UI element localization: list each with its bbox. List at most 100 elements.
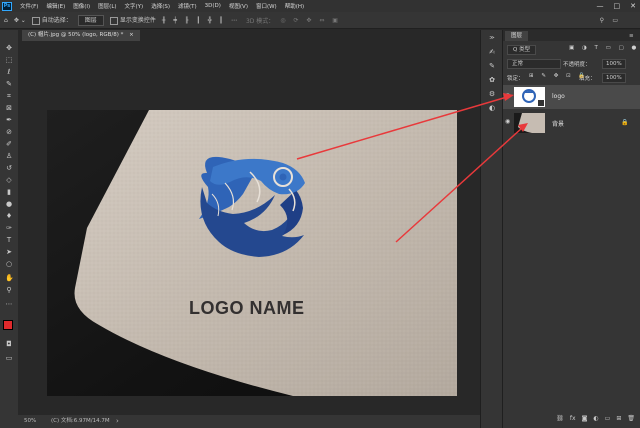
- maximize-button[interactable]: □: [614, 0, 621, 12]
- menu-file[interactable]: 文件(F): [16, 2, 42, 10]
- search-icon[interactable]: ⚲: [600, 17, 604, 24]
- layers-tab-bar: 图层 ≡: [503, 30, 640, 41]
- adjustments-panel-icon[interactable]: ◐: [488, 104, 496, 112]
- lasso-tool-icon[interactable]: ℓ: [5, 68, 13, 76]
- blur-tool-icon[interactable]: ●: [5, 200, 13, 208]
- link-icon[interactable]: ⛓: [556, 413, 564, 425]
- show-transform-checkbox[interactable]: [109, 16, 118, 25]
- mask-icon[interactable]: ◙: [582, 413, 588, 425]
- history-panel-icon[interactable]: ✍: [488, 48, 496, 56]
- auto-select-target-dropdown[interactable]: 图层: [77, 14, 104, 26]
- new-layer-icon[interactable]: ⊞: [616, 413, 621, 425]
- type-tool-icon[interactable]: T: [5, 236, 13, 244]
- adjustment-icon[interactable]: ◐: [593, 413, 598, 425]
- lock-label: 锁定：: [507, 76, 524, 82]
- document-canvas[interactable]: LOGO NAME: [47, 110, 457, 396]
- foreground-color-swatch[interactable]: [3, 320, 13, 330]
- menu-window[interactable]: 窗口(W): [252, 2, 281, 10]
- quick-mask-icon[interactable]: ◘: [5, 340, 13, 348]
- marquee-tool-icon[interactable]: ⬚: [5, 56, 13, 64]
- layer-row-background[interactable]: ◉ 背景 🔒: [503, 111, 640, 135]
- stamp-tool-icon[interactable]: ♙: [5, 152, 13, 160]
- menu-help[interactable]: 帮助(H): [281, 2, 308, 10]
- panel-menu-icon[interactable]: ≡: [629, 31, 634, 41]
- menu-filter[interactable]: 滤镜(T): [174, 2, 201, 10]
- opacity-label: 不透明度：: [563, 62, 591, 68]
- tab-close-icon[interactable]: ×: [129, 32, 134, 38]
- layers-panel: 图层 ≡ Q 类型 ▣ ◑ T ▭ ▢ ● 正常 不透明度： 100% 锁定： …: [502, 30, 640, 428]
- screen-mode-icon[interactable]: ▭: [5, 354, 13, 362]
- 3d-mode-label: 3D 模式：: [245, 17, 275, 25]
- move-tool-icon[interactable]: ✥: [5, 44, 13, 52]
- lock-row: 锁定： ⊞ ✎ ✥ ⊡ 🔒 填充： 100%: [503, 72, 640, 83]
- close-button[interactable]: ✕: [630, 0, 636, 12]
- visibility-eye-icon[interactable]: ◉: [505, 93, 511, 99]
- more-tools-icon[interactable]: ⋯: [5, 300, 13, 308]
- photoshop-logo: Ps: [2, 1, 12, 11]
- move-tool-icon[interactable]: ✥ ⌄: [14, 17, 26, 24]
- document-tab-title: (C) 帽片.jpg @ 50% (logo, RGB/8) *: [28, 32, 124, 38]
- home-icon[interactable]: ⌂: [4, 17, 8, 24]
- actions-panel-icon[interactable]: ✿: [488, 76, 496, 84]
- brush-settings-panel-icon[interactable]: ✎: [488, 62, 496, 70]
- path-select-tool-icon[interactable]: ➤: [5, 248, 13, 256]
- menu-3d[interactable]: 3D(D): [201, 3, 225, 9]
- visibility-eye-icon[interactable]: ◉: [505, 119, 511, 125]
- blend-mode-dropdown[interactable]: 正常: [507, 59, 561, 69]
- dodge-tool-icon[interactable]: ♦: [5, 212, 13, 220]
- lock-icon: 🔒: [621, 119, 629, 126]
- status-menu-arrow[interactable]: ›: [116, 415, 119, 428]
- shape-tool-icon[interactable]: ○: [5, 260, 13, 268]
- panel-icon-strip: ≫ ✍ ✎ ✿ ⚙ ◐: [480, 30, 502, 428]
- layer-name-background[interactable]: 背景: [552, 119, 564, 128]
- document-info: (C) 文档:6.97M/14.7M: [51, 418, 110, 424]
- document-tab-bar: (C) 帽片.jpg @ 50% (logo, RGB/8) * ×: [18, 30, 480, 41]
- show-transform-option[interactable]: 显示变换控件: [109, 15, 156, 25]
- tab-layers[interactable]: 图层: [505, 31, 529, 41]
- quick-select-tool-icon[interactable]: ✎: [5, 80, 13, 88]
- workspace-icon[interactable]: ▭: [612, 17, 618, 24]
- menu-image[interactable]: 图像(I): [69, 2, 94, 10]
- layer-filter-row: Q 类型 ▣ ◑ T ▭ ▢ ●: [503, 44, 640, 55]
- eraser-tool-icon[interactable]: ◇: [5, 176, 13, 184]
- hand-tool-icon[interactable]: ✋: [5, 274, 14, 282]
- opacity-input[interactable]: 100%: [602, 59, 626, 69]
- layer-filter-icons[interactable]: ▣ ◑ T ▭ ▢ ●: [569, 45, 639, 51]
- auto-select-checkbox[interactable]: [31, 16, 40, 25]
- auto-select-option[interactable]: 自动选择：: [31, 15, 72, 25]
- trash-icon[interactable]: 🗑: [627, 413, 635, 425]
- crop-tool-icon[interactable]: ⌗: [5, 92, 13, 100]
- layer-filter-dropdown[interactable]: Q 类型: [507, 45, 537, 55]
- status-bar: 50% (C) 文档:6.97M/14.7M ›: [18, 415, 480, 428]
- frame-tool-icon[interactable]: ⊠: [5, 104, 13, 112]
- layer-row-logo[interactable]: ◉ logo: [503, 85, 640, 109]
- document-tab[interactable]: (C) 帽片.jpg @ 50% (logo, RGB/8) * ×: [22, 30, 140, 41]
- brush-tool-icon[interactable]: ✐: [5, 140, 13, 148]
- eyedropper-tool-icon[interactable]: ✒: [5, 116, 13, 124]
- fill-input[interactable]: 100%: [602, 73, 626, 83]
- auto-select-label: 自动选择：: [41, 17, 72, 25]
- healing-tool-icon[interactable]: ⊘: [5, 128, 13, 136]
- zoom-tool-icon[interactable]: ⚲: [5, 286, 13, 294]
- blend-mode-row: 正常 不透明度： 100%: [503, 58, 640, 69]
- canvas-area[interactable]: LOGO NAME: [18, 41, 480, 415]
- group-icon[interactable]: ▭: [605, 413, 611, 425]
- align-icons[interactable]: ╫ ╪ ╟ ┃ ╬ ║ ⋯: [162, 17, 240, 24]
- pen-tool-icon[interactable]: ✑: [5, 224, 13, 232]
- fx-icon[interactable]: fx: [570, 413, 576, 425]
- menu-view[interactable]: 视图(V): [225, 2, 252, 10]
- zoom-level[interactable]: 50%: [24, 415, 36, 428]
- properties-panel-icon[interactable]: ⚙: [488, 90, 496, 98]
- history-brush-icon[interactable]: ↺: [5, 164, 13, 172]
- layer-name-logo[interactable]: logo: [552, 93, 565, 100]
- collapse-panel-icon[interactable]: ≫: [488, 34, 496, 42]
- 3d-mode-icons[interactable]: ◎ ⟳ ✥ ⇔ ▣: [280, 17, 341, 24]
- menu-layer[interactable]: 图层(L): [94, 2, 120, 10]
- menu-select[interactable]: 选择(S): [147, 2, 174, 10]
- menu-edit[interactable]: 编辑(E): [42, 2, 69, 10]
- menu-type[interactable]: 文字(Y): [121, 2, 148, 10]
- mockup-image: LOGO NAME: [47, 110, 457, 396]
- layer-thumbnail-background: [514, 113, 545, 133]
- minimize-button[interactable]: —: [597, 0, 604, 12]
- gradient-tool-icon[interactable]: ▮: [5, 188, 13, 196]
